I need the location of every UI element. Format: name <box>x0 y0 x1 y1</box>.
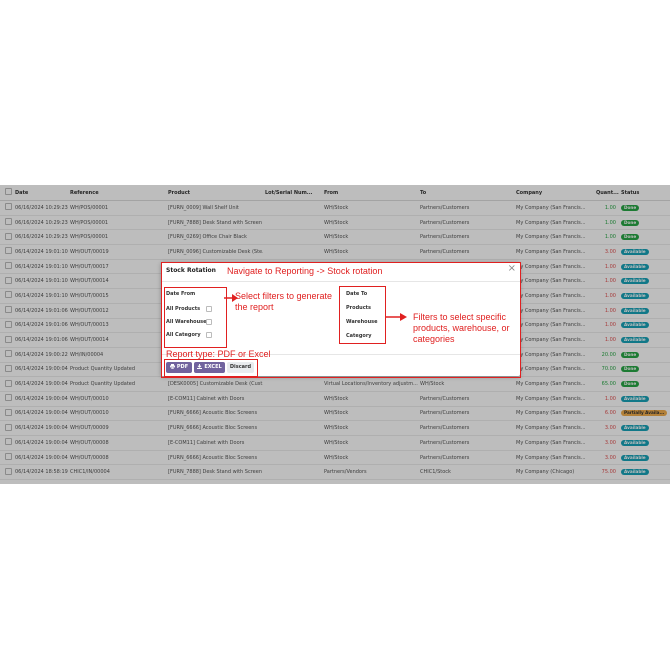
left-filters-highlight-box <box>164 287 227 348</box>
annotation-report-type: Report type: PDF or Excel <box>166 349 271 359</box>
arrow-right-icon <box>224 294 238 302</box>
annotation-filters-specific: Filters to select specific products, war… <box>413 312 510 344</box>
buttons-highlight-box <box>164 359 258 377</box>
arrow-right-icon <box>385 313 407 321</box>
annotation-select-filters: Select filters to generate the report <box>235 291 333 312</box>
annotation-navigate: Navigate to Reporting -> Stock rotation <box>227 266 383 276</box>
right-filters-highlight-box <box>339 286 386 344</box>
